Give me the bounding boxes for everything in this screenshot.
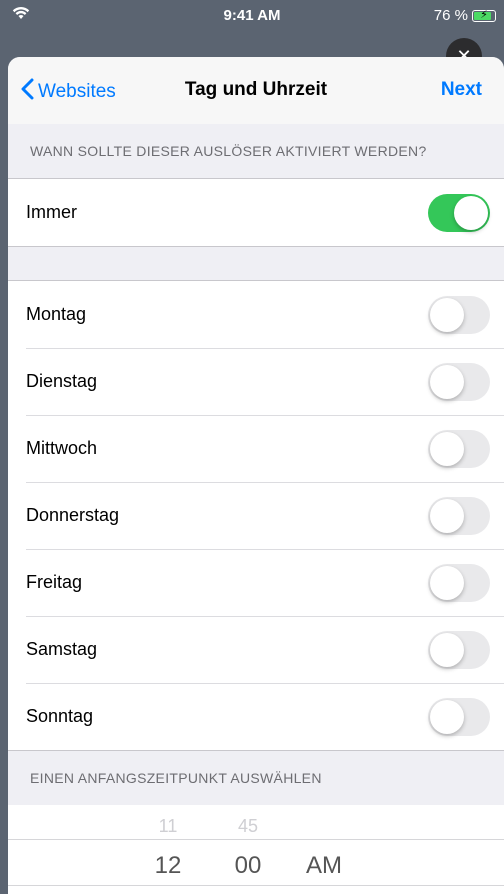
section-header-start-time: EINEN ANFANGSZEITPUNKT AUSWÄHLEN [30,770,322,786]
status-time: 9:41 AM [223,7,281,24]
picker-selected-value: AM [306,852,342,879]
always-label: Immer [26,202,77,222]
picker-value: 45 [237,816,259,836]
section-header-trigger: WANN SOLLTE DIESER AUSLÖSER AKTIVIERT WE… [30,143,427,159]
always-toggle[interactable] [428,193,490,232]
picker-value [294,811,354,841]
picker-selected-value: 12 [154,852,182,879]
day-label: Donnerstag [26,505,120,525]
modal-sheet: Websites Tag und Uhrzeit Next WANN SOLLT… [8,57,504,894]
day-toggle-dienstag[interactable] [428,362,490,401]
picker-value: 11 [158,816,178,836]
day-label: Sonntag [26,706,94,726]
day-row-montag: Montag [8,281,504,348]
time-picker[interactable]: 11 12 1 45 00 15 AM PM [8,805,504,894]
picker-selected-value: 00 [234,852,262,879]
picker-ampm-column[interactable]: AM PM [294,811,354,894]
day-label: Montag [26,304,87,324]
day-label: Samstag [26,639,98,659]
day-row-freitag: Freitag [8,549,504,616]
day-toggle-samstag[interactable] [428,630,490,669]
picker-hour-column[interactable]: 11 12 1 [138,811,198,894]
day-row-sonntag: Sonntag [8,683,504,750]
day-toggle-montag[interactable] [428,295,490,334]
navigation-bar: Websites Tag und Uhrzeit Next [8,57,504,124]
page-title: Tag und Uhrzeit [184,79,328,100]
day-label: Mittwoch [26,438,98,458]
day-row-dienstag: Dienstag [8,348,504,415]
battery-status: 76 % ⚡ [434,7,496,24]
day-row-mittwoch: Mittwoch [8,415,504,482]
battery-percent: 76 % [433,7,468,24]
status-bar: 9:41 AM 76 % ⚡ [0,0,504,30]
day-toggle-donnerstag[interactable] [428,496,490,535]
days-group: Montag Dienstag Mittwoch Donnerstag Frei… [8,280,504,751]
picker-minute-column[interactable]: 45 00 15 [218,811,278,894]
battery-icon: ⚡ [472,9,496,22]
day-toggle-freitag[interactable] [428,563,490,602]
day-label: Dienstag [26,371,98,391]
day-label: Freitag [26,572,83,592]
day-row-samstag: Samstag [8,616,504,683]
always-row: Immer [8,179,504,246]
day-row-donnerstag: Donnerstag [8,482,504,549]
day-toggle-mittwoch[interactable] [428,429,490,468]
always-group: Immer [8,178,504,247]
day-toggle-sonntag[interactable] [428,697,490,736]
next-button[interactable]: Next [441,79,482,101]
